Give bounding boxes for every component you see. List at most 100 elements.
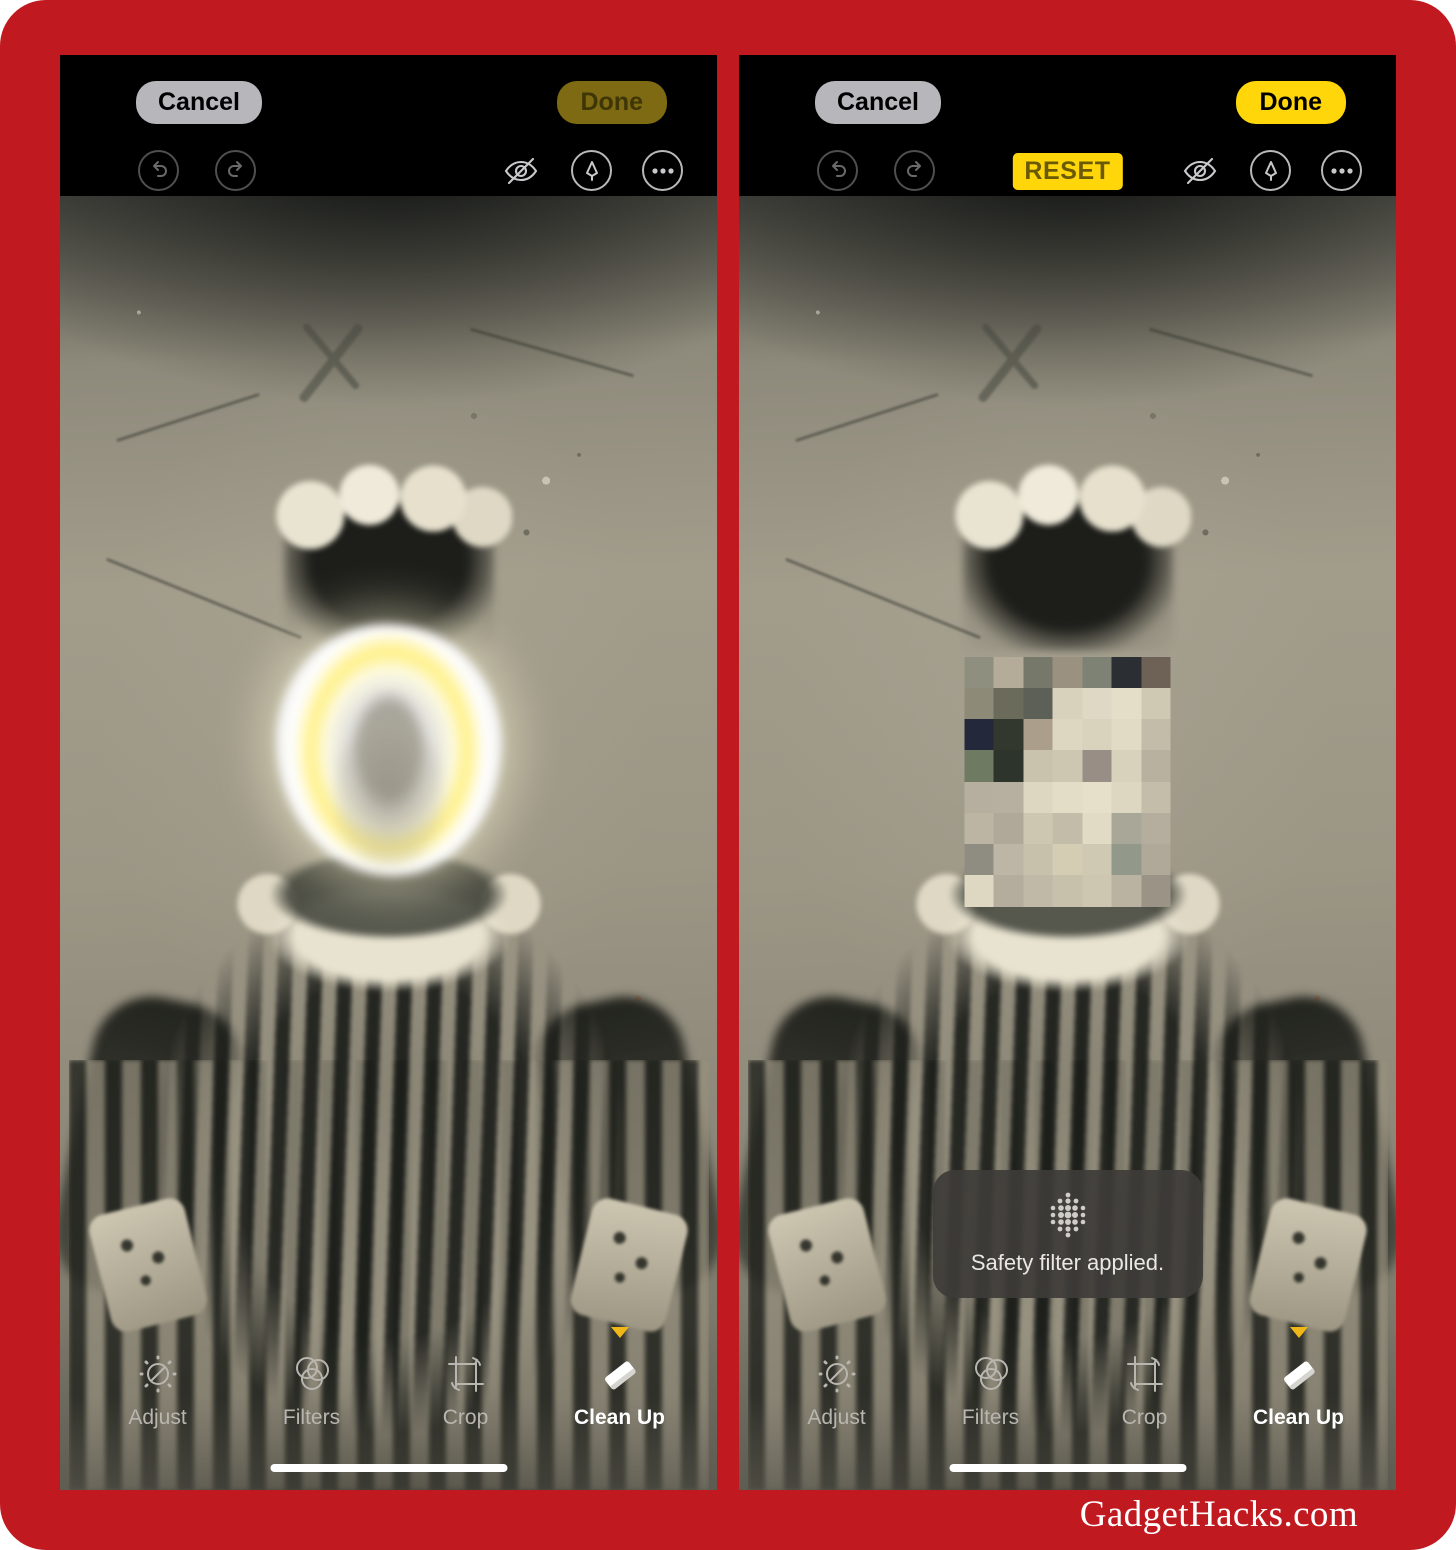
mosaic-cell — [1111, 875, 1142, 907]
undo-icon[interactable] — [138, 150, 179, 191]
mosaic-cell — [1111, 750, 1142, 782]
adjust-icon — [781, 1345, 893, 1397]
mosaic-cell — [1111, 844, 1142, 876]
mosaic-cell — [964, 844, 994, 876]
edit-toolbar-after: RESET — [739, 145, 1396, 196]
mosaic-cell — [993, 656, 1024, 688]
mosaic-cell — [1141, 875, 1171, 907]
home-indicator[interactable] — [270, 1464, 507, 1472]
figure-bonnet — [265, 459, 512, 552]
mosaic-cell — [1023, 687, 1053, 720]
mosaic-cell — [1082, 750, 1112, 782]
tool-label: Clean Up — [573, 1406, 665, 1429]
tool-clean-up[interactable]: Clean Up — [564, 1327, 676, 1430]
mosaic-cell — [1111, 687, 1142, 720]
mosaic-cell — [1141, 844, 1171, 876]
edit-toolbar-before — [60, 145, 717, 196]
mosaic-cell — [1023, 875, 1053, 907]
mosaic-cell — [1023, 719, 1053, 751]
toast-message: Safety filter applied. — [970, 1250, 1165, 1275]
mosaic-cell — [1111, 781, 1142, 813]
tool-crop[interactable]: Crop — [410, 1345, 522, 1430]
watermark: GadgetHacks.com — [1079, 1494, 1358, 1535]
tool-label: Filters — [282, 1406, 341, 1429]
mosaic-cell — [1082, 656, 1112, 688]
adjust-icon — [102, 1345, 214, 1397]
mosaic-cell — [1111, 719, 1142, 751]
mosaic-cell — [993, 844, 1024, 876]
done-button[interactable]: Done — [556, 81, 667, 124]
eye-slash-icon[interactable] — [1179, 150, 1220, 191]
panel-after: Cancel Done RESET Safety filter applied.… — [739, 55, 1396, 1490]
navbar-after: Cancel Done — [739, 55, 1396, 145]
mosaic-cell — [1141, 687, 1171, 720]
eraser-icon — [1243, 1345, 1355, 1397]
photo-canvas-before[interactable] — [60, 196, 717, 1490]
mosaic-cell — [1082, 687, 1112, 720]
active-tool-caret — [610, 1327, 629, 1338]
undo-icon[interactable] — [817, 150, 858, 191]
navbar-before: Cancel Done — [60, 55, 717, 145]
mosaic-cell — [1082, 844, 1112, 876]
mosaic-cell — [993, 875, 1024, 907]
mosaic-cell — [1111, 812, 1142, 845]
mosaic-cell — [1141, 656, 1171, 688]
tool-adjust[interactable]: Adjust — [102, 1345, 214, 1430]
cancel-button[interactable]: Cancel — [815, 81, 941, 124]
done-button[interactable]: Done — [1235, 81, 1346, 124]
tool-label: Adjust — [128, 1406, 187, 1429]
mosaic-cell — [1111, 656, 1142, 688]
mosaic-cell — [1023, 844, 1053, 876]
eraser-icon — [564, 1345, 676, 1397]
mosaic-cell — [1082, 812, 1112, 845]
filters-icon — [256, 1345, 368, 1397]
mosaic-cell — [1023, 656, 1053, 688]
tool-crop[interactable]: Crop — [1089, 1345, 1201, 1430]
mosaic-cell — [964, 750, 994, 782]
redo-icon[interactable] — [215, 150, 256, 191]
mosaic-cell — [1052, 812, 1083, 845]
mosaic-cell — [1052, 750, 1083, 782]
mosaic-cell — [964, 812, 994, 845]
tool-filters[interactable]: Filters — [935, 1345, 1047, 1430]
mosaic-cell — [993, 719, 1024, 751]
crop-icon — [410, 1345, 522, 1397]
mosaic-cell — [1082, 781, 1112, 813]
reset-button[interactable]: RESET — [1012, 153, 1123, 190]
mosaic-cell — [1052, 875, 1083, 907]
mosaic-cell — [964, 656, 994, 688]
mosaic-cell — [1023, 781, 1053, 813]
mosaic-cell — [1052, 687, 1083, 720]
tool-clean-up[interactable]: Clean Up — [1243, 1327, 1355, 1430]
mosaic-cell — [993, 781, 1024, 813]
pixelated-face-overlay — [964, 656, 1171, 907]
mosaic-cell — [993, 687, 1024, 720]
filters-icon — [935, 1345, 1047, 1397]
markup-pen-icon[interactable] — [1250, 150, 1291, 191]
mosaic-cell — [1052, 719, 1083, 751]
mosaic-cell — [1052, 844, 1083, 876]
tool-label: Filters — [961, 1406, 1020, 1429]
redo-icon[interactable] — [894, 150, 935, 191]
mosaic-cell — [964, 781, 994, 813]
tool-filters[interactable]: Filters — [256, 1345, 368, 1430]
more-ellipsis-icon[interactable] — [1321, 150, 1362, 191]
more-ellipsis-icon[interactable] — [642, 150, 683, 191]
cleanup-glow-core — [333, 717, 444, 868]
tool-label: Adjust — [807, 1406, 866, 1429]
cancel-button[interactable]: Cancel — [136, 81, 262, 124]
markup-pen-icon[interactable] — [571, 150, 612, 191]
mosaic-cell — [1052, 781, 1083, 813]
crop-icon — [1089, 1345, 1201, 1397]
tool-label: Crop — [1121, 1406, 1168, 1429]
mosaic-cell — [1141, 750, 1171, 782]
mosaic-cell — [1141, 719, 1171, 751]
mosaic-cell — [1082, 719, 1112, 751]
edit-tools-before: Adjust Filters Crop Clean Up — [60, 1327, 717, 1430]
active-tool-caret — [1289, 1327, 1308, 1338]
tool-adjust[interactable]: Adjust — [781, 1345, 893, 1430]
screenshot-panels: Cancel Done Adjust Filters Crop Clean Up… — [60, 55, 1396, 1490]
figure-bonnet — [944, 459, 1191, 552]
home-indicator[interactable] — [949, 1464, 1186, 1472]
eye-slash-icon[interactable] — [500, 150, 541, 191]
